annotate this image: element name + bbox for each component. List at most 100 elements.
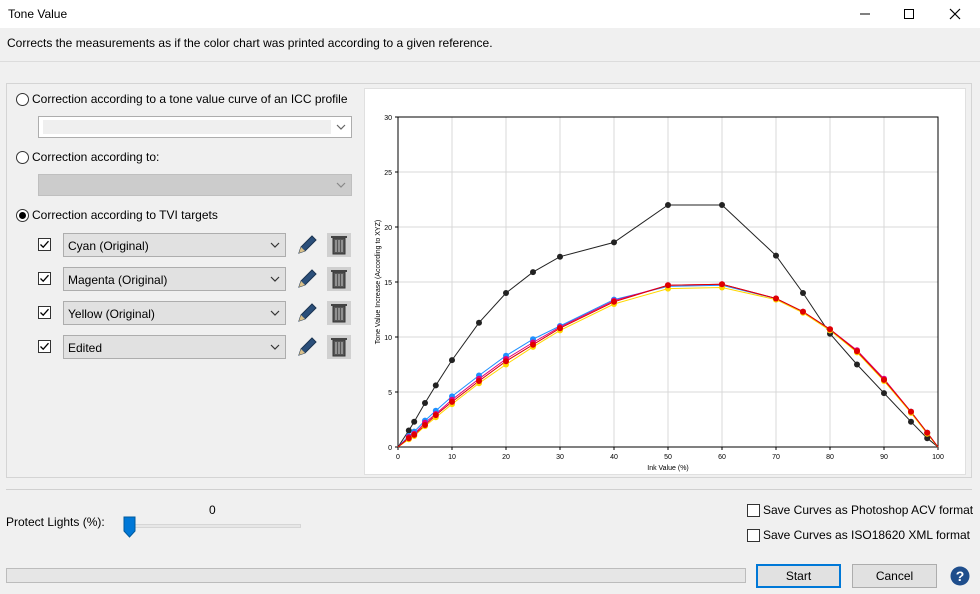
data-point <box>422 400 428 406</box>
according-label: Correction according to: <box>32 150 160 164</box>
data-point <box>405 427 412 434</box>
x-tick-label: 10 <box>448 454 456 461</box>
data-point <box>924 429 931 436</box>
tvi-target-label: Edited <box>68 341 103 355</box>
data-point <box>503 290 509 296</box>
according-select[interactable] <box>38 174 352 196</box>
minimize-button[interactable] <box>842 0 888 28</box>
tvi-target-label: Yellow (Original) <box>68 307 155 321</box>
tvi-target-label: Cyan (Original) <box>68 239 149 253</box>
icc-radio[interactable] <box>16 92 29 106</box>
description-text: Corrects the measurements as if the colo… <box>7 36 493 50</box>
data-point <box>827 326 833 333</box>
data-point <box>611 239 617 246</box>
svg-text:?: ? <box>956 568 965 584</box>
x-tick-label: 90 <box>880 454 888 461</box>
tvi-option[interactable]: Correction according to TVI targets <box>16 208 218 222</box>
data-point <box>908 408 914 415</box>
delete-target-button[interactable] <box>327 233 351 257</box>
data-point <box>432 412 439 419</box>
data-point <box>530 341 536 348</box>
trash-icon <box>331 270 347 289</box>
data-point <box>800 308 806 315</box>
tvi-radio[interactable] <box>16 208 29 222</box>
data-point <box>665 202 671 208</box>
pencil-icon <box>298 303 317 322</box>
data-point <box>557 253 563 260</box>
icc-label: Correction according to a tone value cur… <box>32 92 348 106</box>
data-point <box>449 398 455 405</box>
delete-target-button[interactable] <box>327 267 351 291</box>
according-radio[interactable] <box>16 150 29 164</box>
data-point <box>530 269 536 276</box>
data-point <box>773 252 779 259</box>
x-tick-label: 60 <box>718 454 726 461</box>
x-axis-label: Ink Value (%) <box>647 465 689 472</box>
save-xml-option[interactable]: Save Curves as ISO18620 XML format <box>747 528 970 542</box>
data-point <box>800 290 806 296</box>
edit-target-button[interactable] <box>295 233 319 257</box>
slider-thumb[interactable] <box>123 516 136 538</box>
progress-bar <box>6 568 746 583</box>
checkmark-icon <box>40 308 49 317</box>
chart-panel: 0 10 20 30 40 50 60 70 80 90 100 0 5 10 15 20 25 30 Ink Va… <box>364 88 966 475</box>
data-point <box>503 358 509 365</box>
data-point <box>665 282 671 289</box>
icc-option[interactable]: Correction according to a tone value cur… <box>16 92 348 106</box>
x-tick-label: 80 <box>826 454 834 461</box>
trash-icon <box>331 338 347 357</box>
data-point <box>773 295 779 302</box>
title-bar: Tone Value <box>0 0 980 28</box>
chevron-down-icon <box>270 276 280 282</box>
maximize-button[interactable] <box>886 0 932 28</box>
x-tick-label: 30 <box>556 454 564 461</box>
tvi-checkbox[interactable] <box>38 272 51 285</box>
icc-profile-select[interactable] <box>38 116 352 138</box>
data-point <box>476 378 482 384</box>
help-icon[interactable]: ? <box>950 566 970 586</box>
chevron-down-icon <box>336 182 346 188</box>
delete-target-button[interactable] <box>327 301 351 325</box>
save-acv-option[interactable]: Save Curves as Photoshop ACV format <box>747 503 973 517</box>
edit-target-button[interactable] <box>295 301 319 325</box>
delete-target-button[interactable] <box>327 335 351 359</box>
x-tick-label: 70 <box>772 454 780 461</box>
data-point <box>719 281 725 288</box>
maximize-icon <box>904 9 914 19</box>
save-xml-label: Save Curves as ISO18620 XML format <box>763 528 970 542</box>
tvi-target-select[interactable]: Yellow (Original) <box>63 301 286 325</box>
data-point <box>411 431 418 438</box>
tvi-target-select[interactable]: Magenta (Original) <box>63 267 286 291</box>
icc-profile-value <box>43 120 331 134</box>
tvi-checkbox[interactable] <box>38 306 51 319</box>
trash-icon <box>331 304 347 323</box>
pencil-icon <box>298 269 317 288</box>
x-tick-label: 0 <box>396 454 400 461</box>
according-option[interactable]: Correction according to: <box>16 150 159 164</box>
edit-target-button[interactable] <box>295 267 319 291</box>
tvi-checkbox[interactable] <box>38 340 51 353</box>
data-point <box>854 348 860 355</box>
minimize-icon <box>860 13 870 15</box>
tvi-label: Correction according to TVI targets <box>32 208 218 222</box>
edit-target-button[interactable] <box>295 335 319 359</box>
tvi-target-select[interactable]: Cyan (Original) <box>63 233 286 257</box>
checkmark-icon <box>40 274 49 283</box>
data-point <box>449 357 455 364</box>
close-button[interactable] <box>932 0 978 28</box>
checkmark-icon <box>40 342 49 351</box>
y-axis-label: Tone Value Increase (According to XYZ) <box>375 220 382 344</box>
start-button[interactable]: Start <box>756 564 841 588</box>
save-xml-checkbox[interactable] <box>747 528 760 542</box>
protect-lights-slider[interactable] <box>126 524 301 528</box>
trash-icon <box>331 236 347 255</box>
data-point <box>908 418 914 425</box>
x-tick-label: 20 <box>502 454 510 461</box>
y-tick-label: 10 <box>384 335 392 342</box>
save-acv-checkbox[interactable] <box>747 503 760 517</box>
cancel-button[interactable]: Cancel <box>852 564 937 588</box>
close-icon <box>949 8 961 20</box>
tvi-checkbox[interactable] <box>38 238 51 251</box>
tvi-target-select[interactable]: Edited <box>63 335 286 359</box>
data-point <box>854 361 860 368</box>
